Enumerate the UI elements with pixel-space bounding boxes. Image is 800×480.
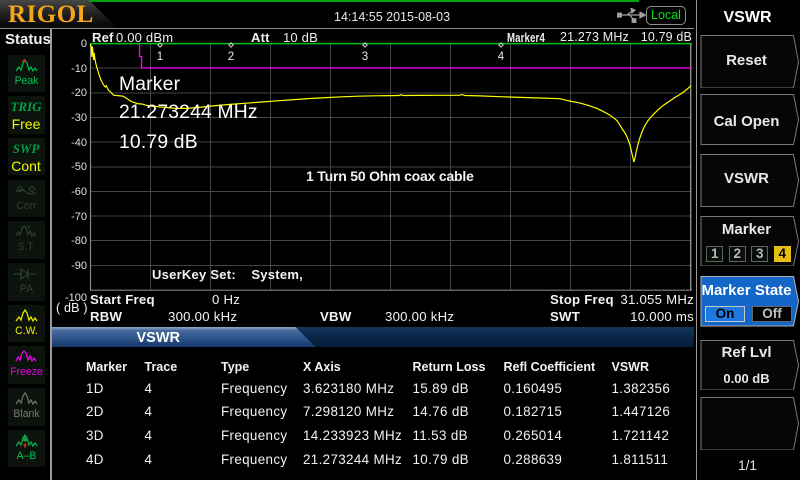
svg-text:3: 3 bbox=[362, 51, 368, 63]
svg-text:4: 4 bbox=[498, 51, 505, 63]
svg-text:2: 2 bbox=[228, 51, 234, 63]
svg-text:1: 1 bbox=[157, 51, 163, 63]
